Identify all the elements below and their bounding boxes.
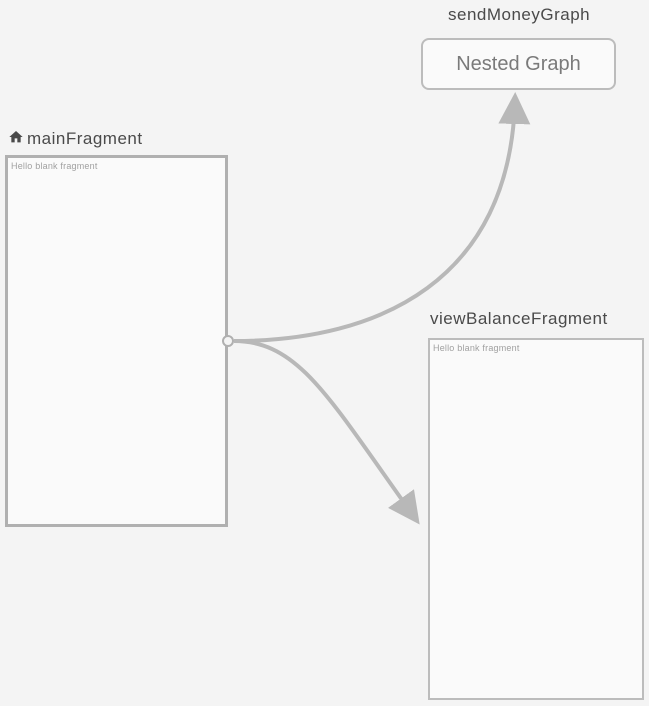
arrow-main-to-sendmoney — [234, 100, 515, 341]
home-icon — [8, 129, 24, 150]
send-money-graph-label: sendMoneyGraph — [448, 5, 590, 25]
view-balance-fragment-node[interactable]: Hello blank fragment — [428, 338, 644, 700]
nested-graph-text: Nested Graph — [456, 53, 581, 76]
connection-port[interactable] — [222, 335, 234, 347]
main-fragment-label-container: mainFragment — [8, 129, 143, 150]
main-fragment-inner-text: Hello blank fragment — [11, 161, 98, 171]
nested-graph-node[interactable]: Nested Graph — [421, 38, 616, 90]
view-balance-fragment-inner-text: Hello blank fragment — [433, 343, 520, 353]
arrow-main-to-viewbalance — [234, 341, 415, 518]
main-fragment-label: mainFragment — [27, 129, 143, 148]
main-fragment-node[interactable]: Hello blank fragment — [5, 155, 228, 527]
view-balance-fragment-label: viewBalanceFragment — [430, 309, 608, 329]
